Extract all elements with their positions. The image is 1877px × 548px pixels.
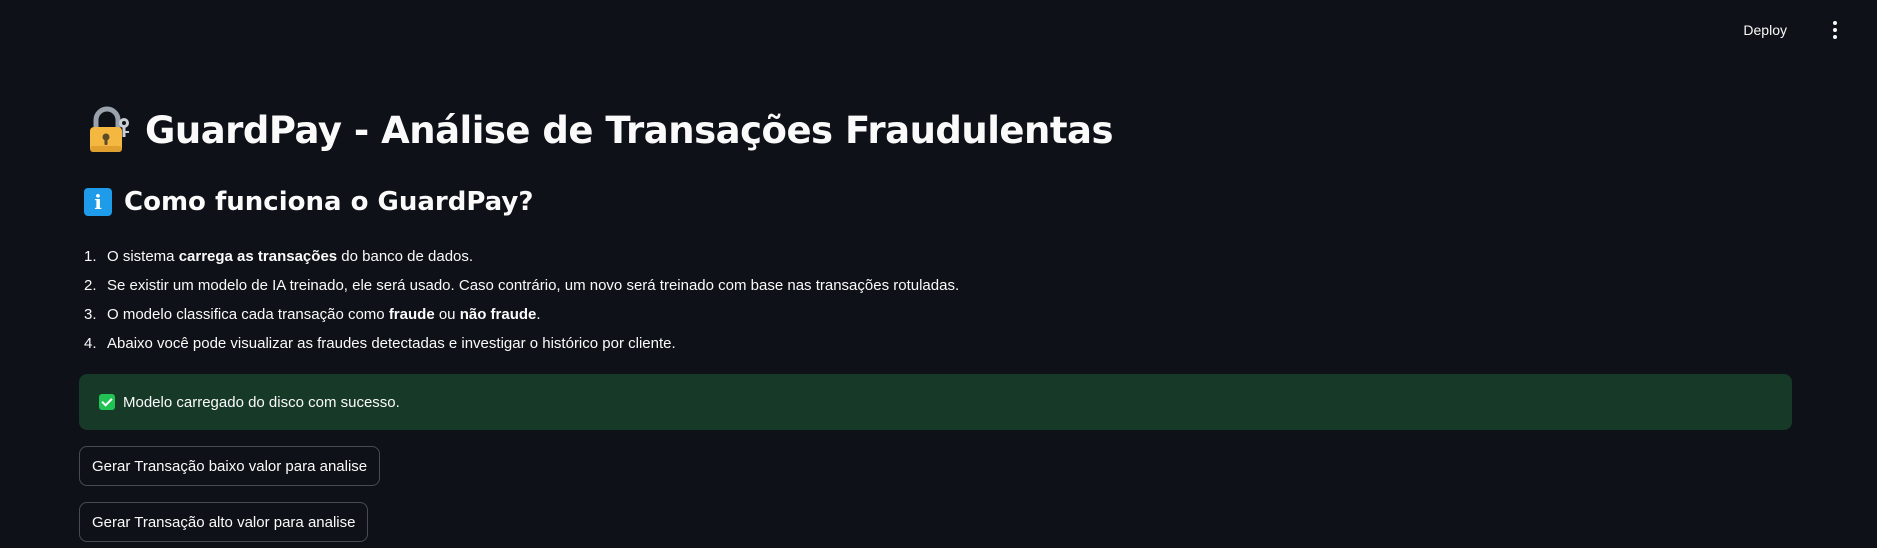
list-item: 2. Se existir um modelo de IA treinado, … bbox=[79, 271, 1792, 300]
page-title-row: GuardPay - Análise de Transações Fraudul… bbox=[79, 100, 1792, 160]
generate-low-value-transaction-button[interactable]: Gerar Transação baixo valor para analise bbox=[79, 446, 381, 486]
check-mark-icon bbox=[99, 394, 115, 410]
lock-with-key-icon bbox=[87, 106, 131, 154]
list-item: 4. Abaixo você pode visualizar as fraude… bbox=[79, 329, 1792, 358]
success-alert: Modelo carregado do disco com sucesso. bbox=[79, 374, 1792, 430]
menu-dot bbox=[1833, 21, 1837, 25]
information-icon: i bbox=[84, 188, 112, 216]
steps-list: 1. O sistema carrega as transações do ba… bbox=[79, 242, 1792, 358]
step-text: Abaixo você pode visualizar as fraudes d… bbox=[107, 335, 676, 352]
step-number: 3. bbox=[84, 306, 97, 323]
step-number: 4. bbox=[84, 335, 97, 352]
generate-high-value-transaction-button[interactable]: Gerar Transação alto valor para analise bbox=[79, 502, 369, 542]
section-header: i Como funciona o GuardPay? bbox=[79, 182, 1792, 222]
vertical-ellipsis-icon[interactable] bbox=[1823, 17, 1847, 43]
main-content: GuardPay - Análise de Transações Fraudul… bbox=[79, 100, 1792, 542]
page-title: GuardPay - Análise de Transações Fraudul… bbox=[145, 108, 1114, 152]
deploy-button[interactable]: Deploy bbox=[1735, 17, 1795, 43]
list-item: 1. O sistema carrega as transações do ba… bbox=[79, 242, 1792, 271]
step-text: O sistema carrega as transações do banco… bbox=[107, 248, 474, 265]
menu-dot bbox=[1833, 35, 1837, 39]
top-toolbar: Deploy bbox=[0, 0, 1877, 60]
section-title: Como funciona o GuardPay? bbox=[124, 187, 534, 217]
list-item: 3. O modelo classifica cada transação co… bbox=[79, 300, 1792, 329]
step-number: 1. bbox=[84, 248, 97, 265]
step-text: O modelo classifica cada transação como … bbox=[107, 306, 541, 323]
menu-dot bbox=[1833, 28, 1837, 32]
step-text: Se existir um modelo de IA treinado, ele… bbox=[107, 277, 960, 294]
step-number: 2. bbox=[84, 277, 97, 294]
alert-message: Modelo carregado do disco com sucesso. bbox=[123, 393, 400, 411]
